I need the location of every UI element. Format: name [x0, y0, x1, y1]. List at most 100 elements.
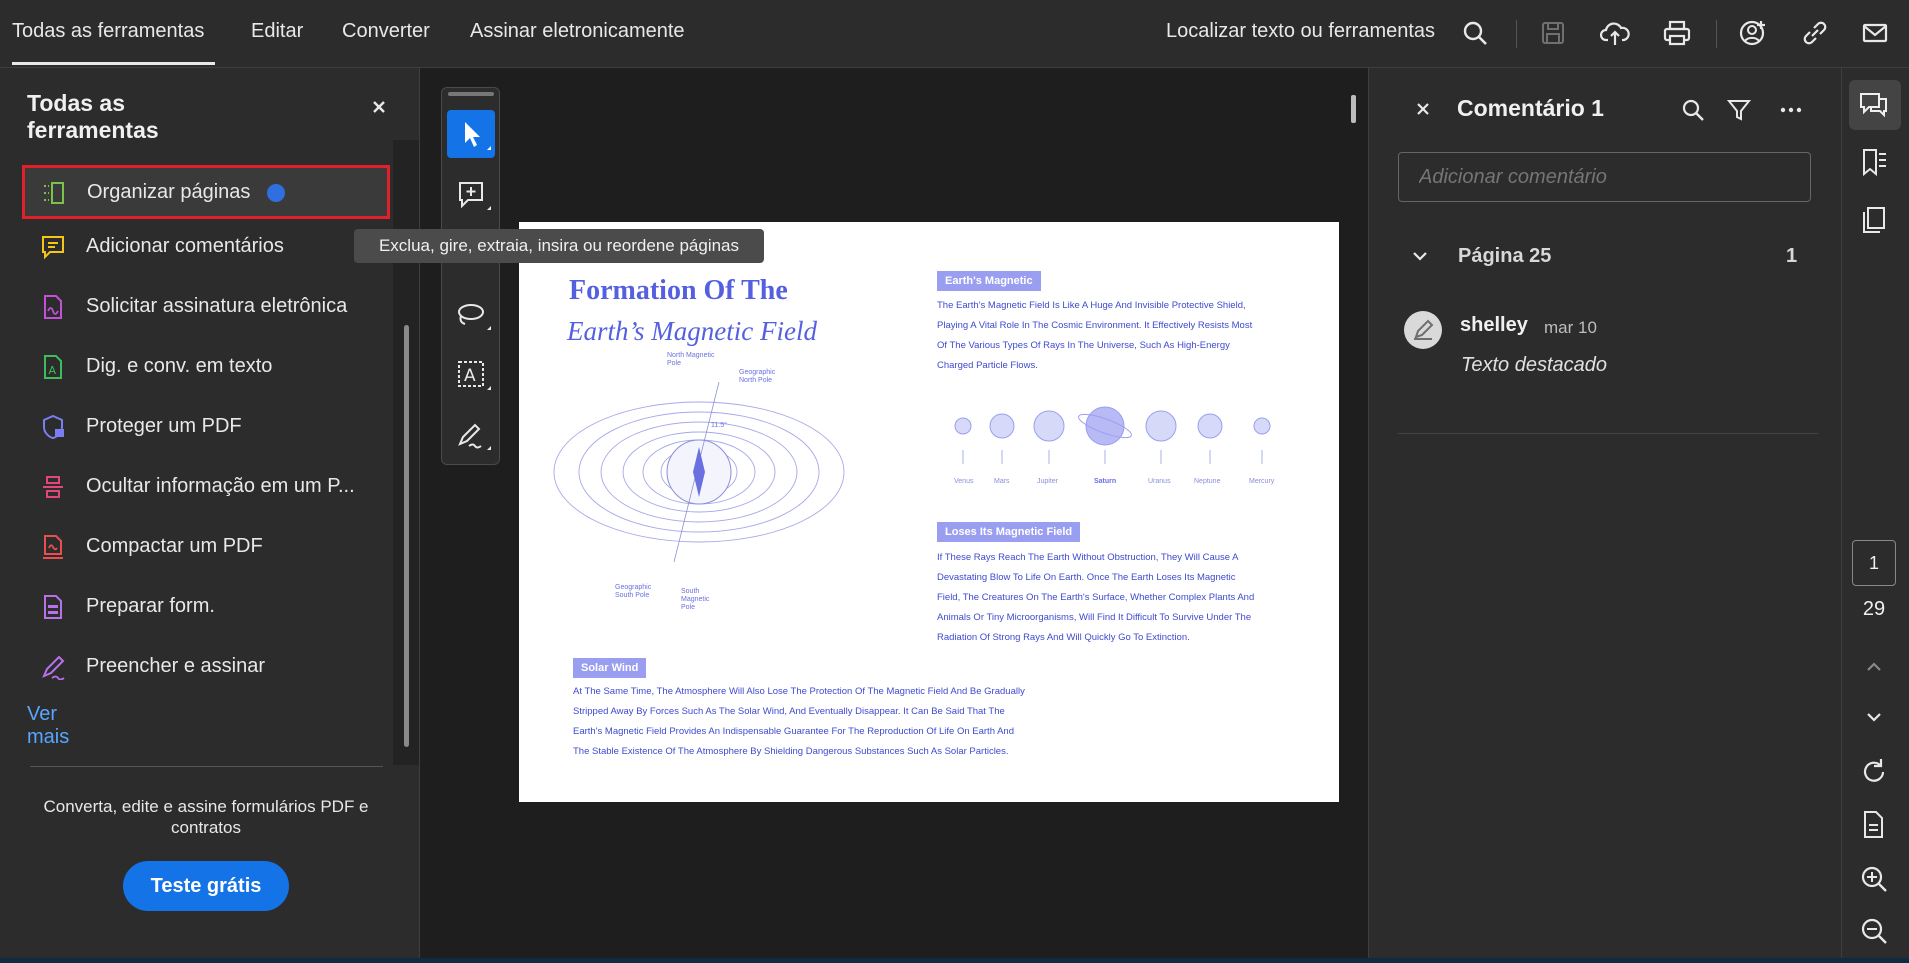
- avatar: [1404, 311, 1442, 349]
- tool-label: Organizar páginas: [87, 181, 251, 203]
- save-icon[interactable]: [1538, 18, 1568, 48]
- add-comment-tool-button[interactable]: [447, 170, 495, 218]
- comment-page-group[interactable]: Página 25: [1458, 245, 1551, 268]
- tool-prepare-form[interactable]: Preparar form.: [22, 581, 387, 631]
- planet-label: Uranus: [1148, 478, 1171, 485]
- tool-protect-pdf[interactable]: Proteger um PDF: [22, 401, 387, 451]
- planet-label: Mars: [994, 478, 1010, 485]
- planet-label: Mercury: [1249, 478, 1275, 485]
- tool-label: Compactar um PDF: [86, 535, 263, 557]
- zoom-out-icon[interactable]: [1857, 914, 1891, 948]
- planet-label: Neptune: [1194, 478, 1221, 485]
- add-comment-icon: [42, 236, 64, 260]
- organize-pages-icon: [44, 182, 64, 204]
- tool-label: Preencher e assinar: [86, 655, 265, 677]
- planet-label: Venus: [954, 478, 974, 485]
- page-heading-line2: Earth’s Magnetic Field: [567, 316, 817, 346]
- tool-compress-pdf[interactable]: Compactar um PDF: [22, 521, 387, 571]
- pen-sign-icon: [458, 423, 491, 450]
- tool-label: Ocultar informação em um P...: [86, 475, 355, 497]
- chevron-down-icon[interactable]: [1857, 700, 1891, 734]
- search-icon[interactable]: [1460, 18, 1490, 48]
- planet-label: Saturn: [1094, 478, 1117, 485]
- tool-add-comments[interactable]: Adicionar comentários: [22, 221, 387, 271]
- mail-icon[interactable]: [1860, 18, 1890, 48]
- see-more-link[interactable]: Ver mais: [27, 703, 69, 749]
- diagram-label-north-magnetic: North Magnetic Pole: [667, 352, 715, 367]
- section-text-earths-magnetic: The Earth's Magnetic Field Is Like A Hug…: [937, 300, 1253, 371]
- tool-redact[interactable]: Ocultar informação em um P...: [22, 461, 387, 511]
- document-scrollbar-thumb[interactable]: [1351, 95, 1356, 123]
- menu-edit[interactable]: Editar: [251, 20, 303, 43]
- filter-icon[interactable]: [1726, 97, 1752, 123]
- search-icon[interactable]: [1680, 97, 1706, 123]
- tool-label: Solicitar assinatura eletrônica: [86, 295, 348, 317]
- tool-label: Dig. e conv. em texto: [86, 355, 273, 377]
- comment-author: shelley: [1460, 314, 1528, 336]
- acrobat-window: Todas as ferramentas Editar Converter As…: [0, 0, 1909, 963]
- section-text-solar-wind: At The Same Time, The Atmosphere Will Al…: [573, 686, 1025, 757]
- highlighter-icon: [1414, 319, 1434, 340]
- text-tool-button[interactable]: A: [447, 350, 495, 398]
- close-icon[interactable]: [366, 94, 392, 120]
- diagram-label-angle: 11.5°: [711, 422, 727, 429]
- section-tag-earths-magnetic: Earth's Magnetic: [937, 271, 1041, 291]
- menu-e-sign[interactable]: Assinar eletronicamente: [470, 20, 685, 43]
- chevron-down-icon[interactable]: [1410, 246, 1430, 266]
- page-thumbnails-icon[interactable]: [1857, 203, 1891, 237]
- menu-convert[interactable]: Converter: [342, 20, 430, 43]
- tool-fill-sign[interactable]: Preencher e assinar: [22, 641, 387, 691]
- promo-text: Converta, edite e assine formulários PDF…: [43, 797, 369, 837]
- drag-handle[interactable]: [448, 92, 494, 96]
- bookmarks-icon[interactable]: [1857, 146, 1891, 180]
- sign-tool-button[interactable]: [447, 410, 495, 458]
- panel-divider: [30, 766, 383, 767]
- comment-count: 1: [1786, 245, 1798, 267]
- current-page-input[interactable]: 1: [1852, 540, 1896, 586]
- tool-organize-pages[interactable]: Organizar páginas: [22, 165, 390, 219]
- tool-tooltip: Exclua, gire, extraia, insira ou reorden…: [354, 229, 764, 263]
- more-options-icon[interactable]: [1776, 97, 1806, 123]
- diagram-label-south-magnetic: South Magnetic Pole: [681, 588, 710, 611]
- zoom-in-icon[interactable]: [1857, 862, 1891, 896]
- cursor-arrow-icon: [465, 122, 491, 150]
- total-pages: 29: [1862, 598, 1886, 620]
- svg-text:A: A: [49, 364, 57, 377]
- close-icon[interactable]: [1412, 98, 1434, 120]
- lasso-icon: [458, 304, 491, 330]
- menu-all-tools[interactable]: Todas as ferramentas: [12, 20, 204, 43]
- free-trial-button[interactable]: Teste grátis: [123, 861, 289, 911]
- select-tool-button[interactable]: [447, 110, 495, 158]
- find-text-or-tools[interactable]: Localizar texto ou ferramentas: [1166, 20, 1435, 43]
- magnetic-field-diagram: [553, 381, 845, 563]
- comment-date: mar 10: [1544, 318, 1597, 337]
- planet-label: Jupiter: [1037, 478, 1059, 485]
- top-menubar: Todas as ferramentas Editar Converter As…: [0, 0, 1909, 68]
- svg-text:A: A: [464, 366, 476, 386]
- protect-pdf-icon: [43, 414, 64, 440]
- print-icon[interactable]: [1662, 18, 1692, 48]
- rotate-icon[interactable]: [1857, 755, 1891, 789]
- share-user-icon[interactable]: [1738, 18, 1768, 48]
- page-options-icon[interactable]: [1857, 808, 1891, 842]
- section-tag-loses-magnetic: Loses Its Magnetic Field: [937, 522, 1081, 542]
- add-comment-input[interactable]: [1398, 152, 1811, 202]
- comments-icon[interactable]: [1857, 88, 1891, 122]
- tool-label: Adicionar comentários: [86, 235, 284, 257]
- redact-icon: [43, 476, 63, 498]
- comments-panel-title: Comentário 1: [1457, 95, 1604, 121]
- cloud-upload-icon[interactable]: [1600, 18, 1630, 48]
- tool-scan-ocr[interactable]: A Dig. e conv. em texto: [22, 341, 387, 391]
- scan-ocr-icon: A: [44, 355, 62, 379]
- draw-tool-button[interactable]: [447, 290, 495, 338]
- page-heading-line1: Formation Of The: [569, 275, 788, 306]
- comment-divider: [1398, 433, 1818, 434]
- panel-scrollbar-thumb[interactable]: [404, 325, 409, 747]
- pdf-page[interactable]: Formation Of The Earth’s Magnetic Field …: [519, 222, 1339, 802]
- tool-request-signature[interactable]: Solicitar assinatura eletrônica: [22, 281, 387, 331]
- link-icon[interactable]: [1800, 18, 1830, 48]
- comment-text[interactable]: Texto destacado: [1461, 354, 1607, 377]
- comments-panel: [1368, 68, 1841, 963]
- active-menu-underline: [12, 62, 215, 65]
- chevron-up-icon[interactable]: [1857, 650, 1891, 684]
